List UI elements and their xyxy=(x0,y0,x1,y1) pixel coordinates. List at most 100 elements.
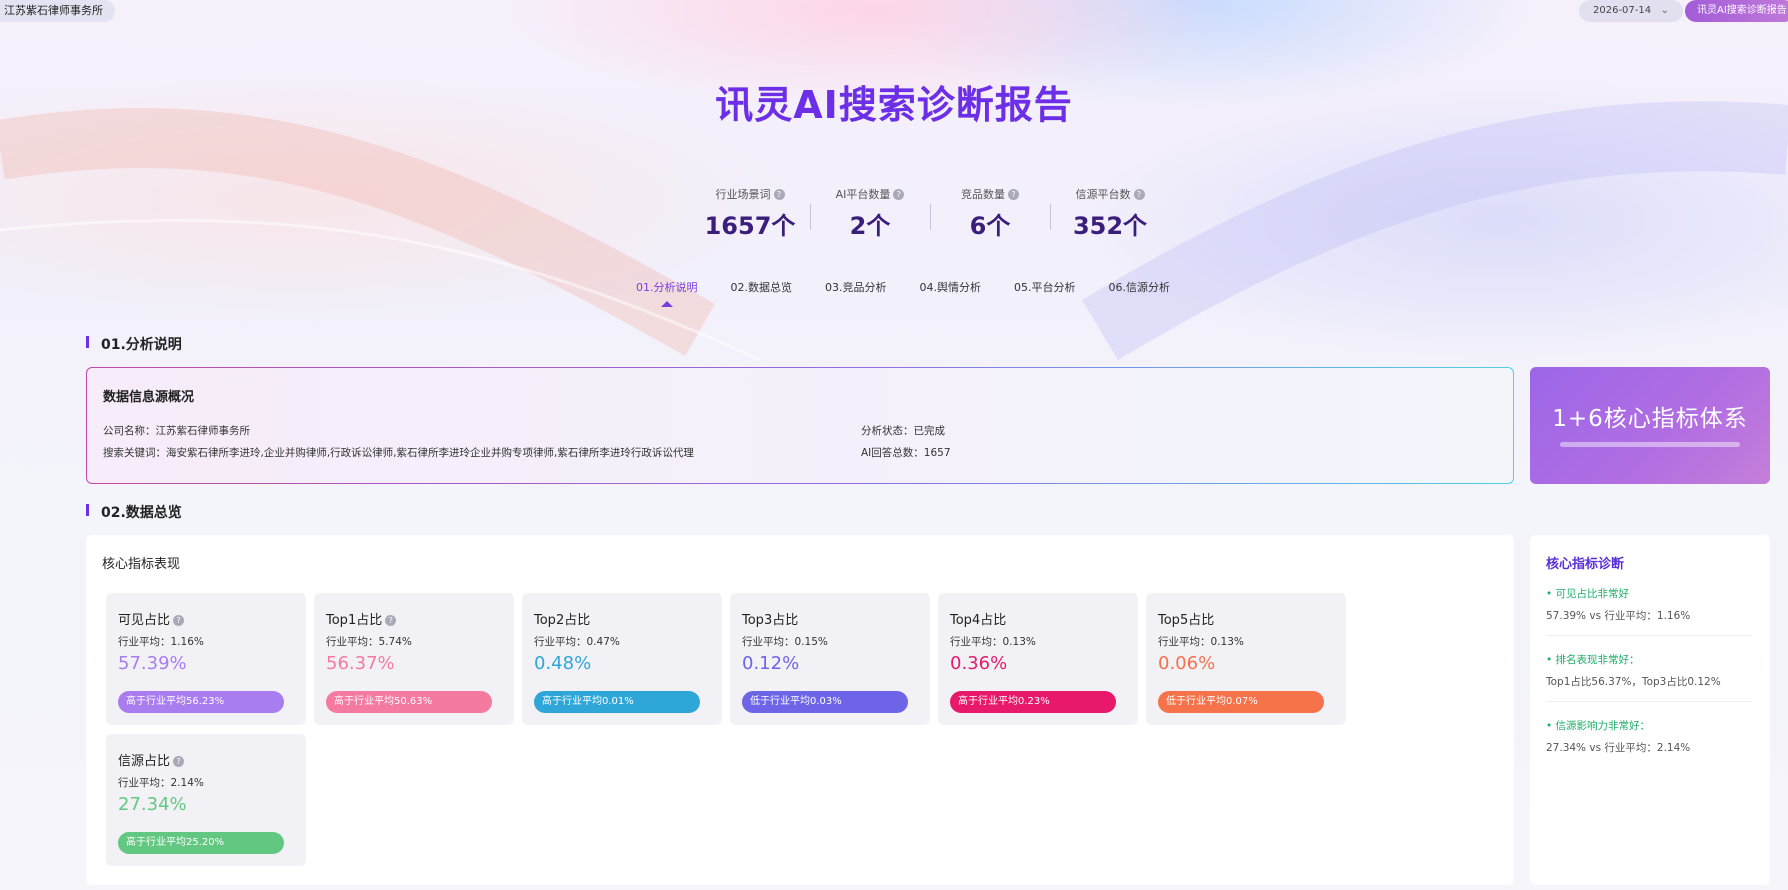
help-icon[interactable]: ? xyxy=(173,756,185,767)
metric-title-text: Top2占比 xyxy=(534,613,591,628)
divider xyxy=(1546,701,1752,702)
core-system-box: 1+6核心指标体系 xyxy=(1530,367,1770,484)
help-icon[interactable]: ? xyxy=(1133,189,1145,200)
metric-card: Top3占比 行业平均：0.15% 0.12% 低于行业平均0.03% xyxy=(730,593,930,725)
diagnosis-detail: 57.39% vs 行业平均：1.16% xyxy=(1546,610,1691,622)
diagnosis-item: • 信源影响力非常好： 27.34% vs 行业平均：2.14% xyxy=(1546,718,1752,755)
core-system-bar xyxy=(1560,442,1740,447)
date-value: 2026-07-14 xyxy=(1593,5,1652,16)
metric-value: 0.48% xyxy=(534,653,592,674)
help-icon[interactable]: ? xyxy=(893,189,905,200)
section-title-analysis: 01.分析说明 xyxy=(86,334,182,354)
comparison-badge: 高于行业平均0.01% xyxy=(534,691,700,713)
panel-label: 核心指标表现 xyxy=(102,557,181,572)
metric-card: 信源占比? 行业平均：2.14% 27.34% 高于行业平均25.20% xyxy=(106,734,306,866)
core-system-label: 1+6核心指标体系 xyxy=(1552,406,1748,432)
metric-title-text: 可见占比 xyxy=(118,613,171,628)
metric-title: Top2占比 xyxy=(534,609,590,628)
help-icon[interactable]: ? xyxy=(1008,189,1019,200)
page-title: 讯灵AI搜索诊断报告 xyxy=(715,83,1073,127)
metric-value: 27.34% xyxy=(118,794,187,815)
tab-analysis-notes[interactable]: 01.分析说明 xyxy=(636,279,698,307)
comparison-badge: 高于行业平均56.23% xyxy=(118,691,284,713)
tab-source-analysis[interactable]: 06.信源分析 xyxy=(1109,279,1171,295)
diagnosis-heading: • 排名表现非常好： xyxy=(1546,654,1640,666)
stat-ai-platforms: AI平台数量? 2个 xyxy=(810,186,930,246)
metric-title-text: 信源占比 xyxy=(118,754,171,769)
stat-label: 行业场景词 xyxy=(715,188,771,201)
card-title: 数据信息源概况 xyxy=(103,390,195,405)
metric-title: Top3占比 xyxy=(742,609,798,628)
metric-title: Top4占比 xyxy=(950,609,1006,628)
metric-title: 可见占比? xyxy=(118,609,185,628)
stat-value: 352个 xyxy=(1072,212,1148,240)
tab-platform-analysis[interactable]: 05.平台分析 xyxy=(1014,279,1076,295)
data-source-card: 数据信息源概况 公司名称：江苏紫石律师事务所 搜索关键词：海安紫石律所李进玲,企… xyxy=(86,367,1514,484)
metric-title: 信源占比? xyxy=(118,750,185,769)
metric-industry-average: 行业平均：0.13% xyxy=(950,636,1036,648)
metric-card: Top4占比行业平均：0.13% 0.36% 高于行业平均0.23% xyxy=(938,593,1138,725)
comparison-badge: 低于行业平均0.07% xyxy=(1158,691,1324,713)
metric-title-text: Top4占比 xyxy=(950,613,1007,628)
help-icon[interactable]: ? xyxy=(773,189,785,200)
ai-answer-count: AI回答总数：1657 xyxy=(861,447,951,459)
diagnosis-item: • 可见占比非常好 57.39% vs 行业平均：1.16% xyxy=(1546,586,1752,623)
diagnosis-panel: 核心指标诊断 • 可见占比非常好 57.39% vs 行业平均：1.16% • … xyxy=(1530,535,1770,885)
tab-label: 01.分析说明 xyxy=(636,281,698,294)
tab-label: 02.数据总览 xyxy=(730,281,793,294)
tab-sentiment-analysis[interactable]: 04.舆情分析 xyxy=(920,279,982,295)
metric-card: Top1占比? 行业平均：5.74% 56.37% 高于行业平均50.63% xyxy=(314,593,514,725)
stat-value: 6个 xyxy=(969,212,1011,240)
metric-industry-average: 行业平均：2.14% xyxy=(118,777,204,789)
metric-industry-average: 行业平均：0.13% xyxy=(1158,636,1244,648)
date-select[interactable]: 2026-07-14 ⌄ xyxy=(1579,0,1683,22)
metric-card: 可见占比? 行业平均：1.16% 57.39% 高于行业平均56.23% xyxy=(106,593,306,725)
active-caret-icon xyxy=(660,301,673,307)
metric-value: 0.12% xyxy=(742,653,800,674)
section-tabs: 01.分析说明 02.数据总览 03.竞品分析 04.舆情分析 05.平台分析 … xyxy=(636,279,1203,307)
stat-value: 2个 xyxy=(849,212,891,240)
tab-competitor-analysis[interactable]: 03.竞品分析 xyxy=(825,279,887,295)
comparison-badge: 低于行业平均0.03% xyxy=(742,691,908,713)
help-icon[interactable]: ? xyxy=(173,615,185,626)
section-title-overview: 02.数据总览 xyxy=(86,502,182,522)
stat-competitors: 竞品数量? 6个 xyxy=(930,186,1050,246)
metric-industry-average: 行业平均：1.16% xyxy=(118,636,204,648)
metric-value: 0.36% xyxy=(950,653,1008,674)
diagnosis-item: • 排名表现非常好： Top1占比56.37%，Top3占比0.12% xyxy=(1546,652,1752,689)
search-keywords: 搜索关键词：海安紫石律所李进玲,企业并购律师,行政诉讼律师,紫石律所李进玲企业并… xyxy=(103,447,694,459)
diagnosis-detail: 27.34% vs 行业平均：2.14% xyxy=(1546,742,1691,754)
tab-label: 03.竞品分析 xyxy=(825,281,887,294)
stat-source-platforms: 信源平台数? 352个 xyxy=(1050,186,1170,246)
chevron-down-icon: ⌄ xyxy=(1660,5,1669,16)
report-button[interactable]: 讯灵AI搜索诊断报告 xyxy=(1685,0,1788,22)
comparison-badge: 高于行业平均0.23% xyxy=(950,691,1116,713)
metric-title-text: Top5占比 xyxy=(1158,613,1215,628)
stat-label: AI平台数量 xyxy=(835,188,891,201)
stat-label: 竞品数量 xyxy=(961,188,1005,201)
stat-label: 信源平台数 xyxy=(1075,188,1131,201)
stat-scene-words: 行业场景词? 1657个 xyxy=(690,186,810,246)
metric-card: Top5占比行业平均：0.13% 0.06% 低于行业平均0.07% xyxy=(1146,593,1346,725)
comparison-badge: 高于行业平均25.20% xyxy=(118,832,284,854)
metric-card: Top2占比 行业平均：0.47% 0.48% 高于行业平均0.01% xyxy=(522,593,722,725)
tab-data-overview[interactable]: 02.数据总览 xyxy=(731,279,793,295)
metric-value: 57.39% xyxy=(118,653,187,674)
company-name: 公司名称：江苏紫石律师事务所 xyxy=(103,425,250,437)
metric-title: Top5占比 xyxy=(1158,609,1214,628)
metric-value: 56.37% xyxy=(326,653,395,674)
tab-label: 05.平台分析 xyxy=(1014,281,1076,294)
metric-title-text: Top1占比 xyxy=(326,613,383,628)
metric-industry-average: 行业平均：5.74% xyxy=(326,636,412,648)
stat-value: 1657个 xyxy=(704,212,796,240)
comparison-badge: 高于行业平均50.63% xyxy=(326,691,492,713)
analysis-status: 分析状态：已完成 xyxy=(861,425,945,437)
tab-label: 06.信源分析 xyxy=(1108,281,1171,294)
help-icon[interactable]: ? xyxy=(385,615,397,626)
diagnosis-title: 核心指标诊断 xyxy=(1546,557,1625,572)
diagnosis-detail: Top1占比56.37%，Top3占比0.12% xyxy=(1546,676,1721,688)
metric-value: 0.06% xyxy=(1158,653,1216,674)
diagnosis-heading: • 信源影响力非常好： xyxy=(1546,720,1651,732)
metric-title-text: Top3占比 xyxy=(742,613,799,628)
tab-label: 04.舆情分析 xyxy=(919,281,982,294)
